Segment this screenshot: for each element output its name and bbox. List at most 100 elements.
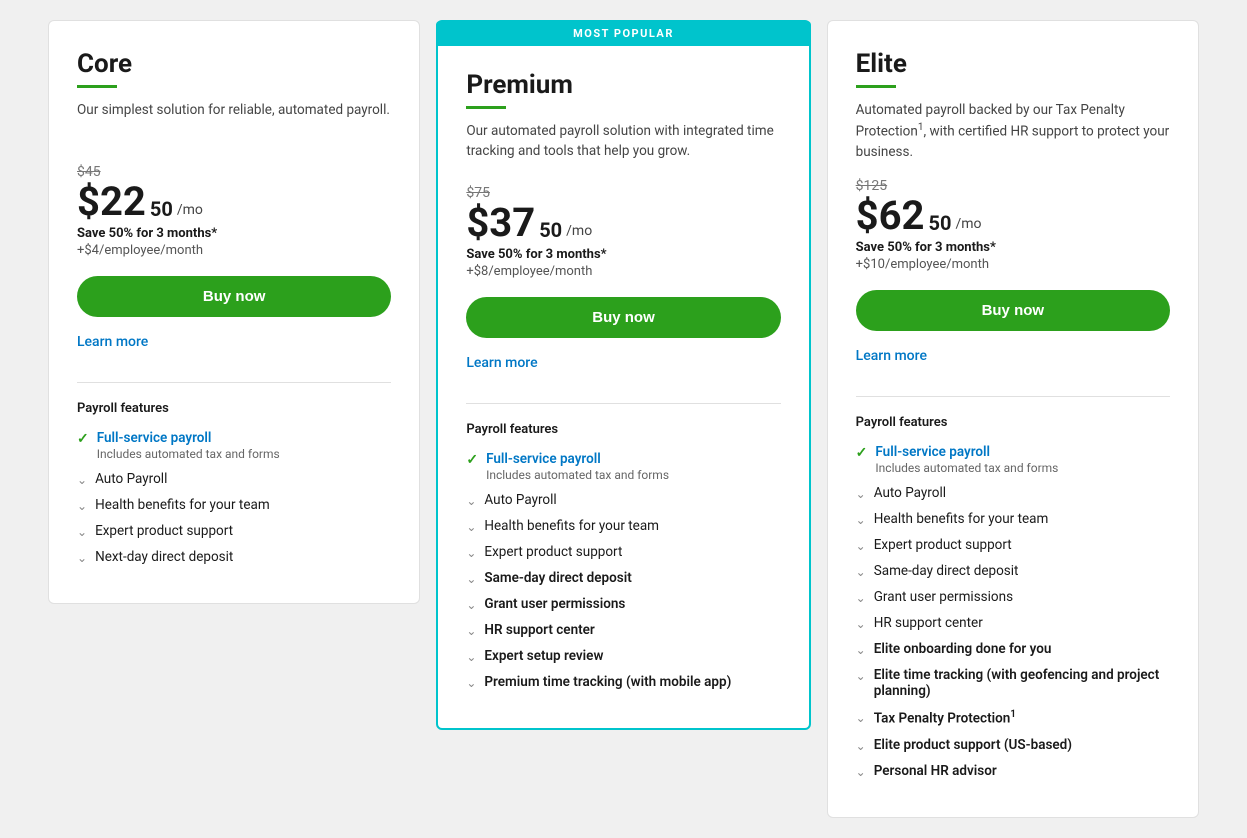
feature-item-elite-1: ⌄ Auto Payroll [856, 485, 1170, 501]
features-title-core: Payroll features [77, 401, 391, 416]
chevron-icon: ⌄ [77, 551, 87, 565]
learn-more-elite[interactable]: Learn more [856, 348, 927, 364]
popular-badge: MOST POPULAR [436, 21, 810, 46]
save-text-elite: Save 50% for 3 months* [856, 240, 1170, 255]
feature-text: Same-day direct deposit [484, 570, 631, 586]
feature-text: Elite time tracking (with geofencing and… [874, 667, 1170, 699]
feature-text: Premium time tracking (with mobile app) [484, 674, 731, 690]
feature-text: HR support center [484, 622, 594, 638]
chevron-icon: ⌄ [466, 650, 476, 664]
chevron-icon: ⌄ [856, 643, 866, 657]
pricing-container: CoreOur simplest solution for reliable, … [0, 0, 1247, 838]
feature-text: Health benefits for your team [484, 518, 659, 534]
plan-card-elite: Elite Automated payroll backed by our Tax… [827, 20, 1199, 818]
chevron-icon: ⌄ [466, 624, 476, 638]
chevron-icon: ⌄ [856, 591, 866, 605]
price-cents-premium: 50 [539, 217, 562, 243]
feature-text: Full-service payroll [875, 444, 1058, 460]
feature-text-group: Full-service payrollIncludes automated t… [486, 451, 669, 482]
feature-text-group: HR support center [484, 622, 594, 638]
chevron-icon: ⌄ [856, 739, 866, 753]
feature-item-premium-2: ⌄ Health benefits for your team [466, 518, 780, 534]
feature-text: Auto Payroll [95, 471, 167, 487]
feature-item-premium-3: ⌄ Expert product support [466, 544, 780, 560]
per-employee-core: +$4/employee/month [77, 243, 391, 258]
feature-item-elite-5: ⌄ Grant user permissions [856, 589, 1170, 605]
chevron-icon: ⌄ [856, 513, 866, 527]
plan-title-underline [856, 85, 896, 88]
plan-card-core: CoreOur simplest solution for reliable, … [48, 20, 420, 604]
chevron-icon: ⌄ [856, 565, 866, 579]
feature-text-group: Auto Payroll [874, 485, 946, 501]
price-per-elite: /mo [955, 216, 981, 232]
price-cents-elite: 50 [929, 210, 952, 236]
feature-text-group: Next-day direct deposit [95, 549, 233, 565]
price-per-premium: /mo [566, 223, 592, 239]
plan-desc-premium: Our automated payroll solution with inte… [466, 121, 780, 169]
price-dollar-core: $22 [77, 182, 146, 222]
features-title-elite: Payroll features [856, 415, 1170, 430]
price-dollar-premium: $37 [466, 203, 535, 243]
feature-text-group: HR support center [874, 615, 983, 631]
check-icon: ✓ [77, 431, 89, 447]
chevron-icon: ⌄ [77, 525, 87, 539]
features-title-premium: Payroll features [466, 422, 780, 437]
per-employee-elite: +$10/employee/month [856, 257, 1170, 272]
feature-item-core-4: ⌄ Next-day direct deposit [77, 549, 391, 565]
feature-item-elite-9: ⌄ Tax Penalty Protection1 [856, 709, 1170, 727]
feature-text-group: Expert product support [874, 537, 1012, 553]
feature-item-elite-6: ⌄ HR support center [856, 615, 1170, 631]
feature-text: Expert product support [95, 523, 233, 539]
chevron-icon: ⌄ [856, 711, 866, 725]
feature-text: Elite onboarding done for you [874, 641, 1052, 657]
chevron-icon: ⌄ [466, 676, 476, 690]
plan-card-premium: MOST POPULAR Premium Our automated payroll… [436, 20, 810, 730]
learn-more-core[interactable]: Learn more [77, 334, 148, 350]
plan-title-core: Core [77, 49, 391, 79]
feature-text: Health benefits for your team [95, 497, 270, 513]
feature-text: Full-service payroll [486, 451, 669, 467]
feature-text: Tax Penalty Protection1 [874, 709, 1016, 727]
feature-text-group: Health benefits for your team [95, 497, 270, 513]
plan-title-underline [77, 85, 117, 88]
chevron-icon: ⌄ [77, 499, 87, 513]
save-text-premium: Save 50% for 3 months* [466, 247, 780, 262]
feature-text: Grant user permissions [874, 589, 1013, 605]
chevron-icon: ⌄ [466, 546, 476, 560]
feature-text: Auto Payroll [874, 485, 946, 501]
feature-text-group: Expert product support [95, 523, 233, 539]
feature-text: Expert product support [484, 544, 622, 560]
buy-button-core[interactable]: Buy now [77, 276, 391, 317]
feature-item-elite-3: ⌄ Expert product support [856, 537, 1170, 553]
feature-item-elite-8: ⌄ Elite time tracking (with geofencing a… [856, 667, 1170, 699]
feature-text-group: Expert product support [484, 544, 622, 560]
feature-item-core-2: ⌄ Health benefits for your team [77, 497, 391, 513]
feature-item-elite-11: ⌄ Personal HR advisor [856, 763, 1170, 779]
feature-text-group: Personal HR advisor [874, 763, 997, 779]
divider-premium [466, 403, 780, 404]
feature-text-group: Health benefits for your team [484, 518, 659, 534]
feature-text: Expert product support [874, 537, 1012, 553]
chevron-icon: ⌄ [856, 669, 866, 683]
feature-text-group: Auto Payroll [484, 492, 556, 508]
plan-title-premium: Premium [466, 70, 780, 100]
feature-sub-text: Includes automated tax and forms [97, 447, 280, 461]
check-icon: ✓ [856, 445, 868, 461]
feature-text-group: Tax Penalty Protection1 [874, 709, 1016, 727]
feature-item-core-0: ✓ Full-service payrollIncludes automated… [77, 430, 391, 461]
feature-sub-text: Includes automated tax and forms [875, 461, 1058, 475]
feature-text-group: Grant user permissions [874, 589, 1013, 605]
plan-title-elite: Elite [856, 49, 1170, 79]
plan-desc-elite: Automated payroll backed by our Tax Pena… [856, 100, 1170, 162]
chevron-icon: ⌄ [466, 520, 476, 534]
chevron-icon: ⌄ [466, 572, 476, 586]
feature-text-group: Elite onboarding done for you [874, 641, 1052, 657]
buy-button-elite[interactable]: Buy now [856, 290, 1170, 331]
chevron-icon: ⌄ [856, 539, 866, 553]
feature-item-elite-10: ⌄ Elite product support (US-based) [856, 737, 1170, 753]
buy-button-premium[interactable]: Buy now [466, 297, 780, 338]
feature-item-elite-0: ✓ Full-service payrollIncludes automated… [856, 444, 1170, 475]
chevron-icon: ⌄ [466, 494, 476, 508]
feature-text-group: Elite product support (US-based) [874, 737, 1072, 753]
learn-more-premium[interactable]: Learn more [466, 355, 537, 371]
